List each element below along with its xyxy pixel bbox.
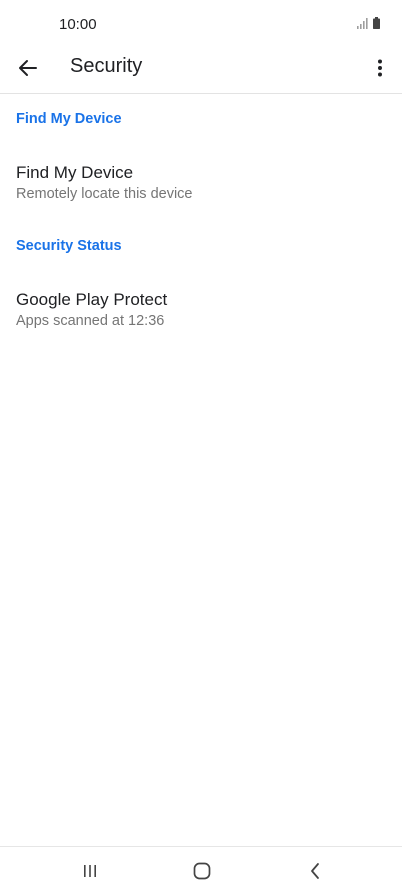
screen: 10:00 Security Find My Device Find My De… (0, 0, 402, 893)
back-button[interactable] (14, 54, 42, 82)
page-title: Security (70, 55, 143, 77)
more-options-button[interactable] (372, 54, 388, 82)
arrow-left-icon (19, 60, 37, 76)
home-button[interactable] (190, 859, 214, 883)
section-header-security-status: Security Status (16, 238, 122, 254)
pref-item-google-play-protect[interactable]: Google Play Protect Apps scanned at 12:3… (0, 289, 402, 347)
app-bar: Security (0, 46, 402, 94)
pref-summary: Apps scanned at 12:36 (16, 313, 165, 329)
pref-title: Find My Device (16, 163, 134, 182)
status-icons (357, 17, 380, 29)
nav-back-button[interactable] (303, 859, 327, 883)
section-header-find-my-device: Find My Device (16, 111, 122, 127)
pref-summary: Remotely locate this device (16, 186, 193, 202)
battery-icon (373, 17, 380, 29)
recents-icon (84, 865, 96, 877)
more-vertical-icon (378, 59, 382, 77)
status-time: 10:00 (59, 16, 97, 33)
back-icon (311, 863, 319, 879)
status-bar: 10:00 (0, 0, 402, 46)
pref-item-find-my-device[interactable]: Find My Device Remotely locate this devi… (0, 162, 402, 220)
home-icon (193, 862, 211, 880)
navigation-bar (0, 846, 402, 893)
recents-button[interactable] (78, 859, 102, 883)
pref-title: Google Play Protect (16, 290, 168, 309)
signal-icon (357, 18, 368, 29)
